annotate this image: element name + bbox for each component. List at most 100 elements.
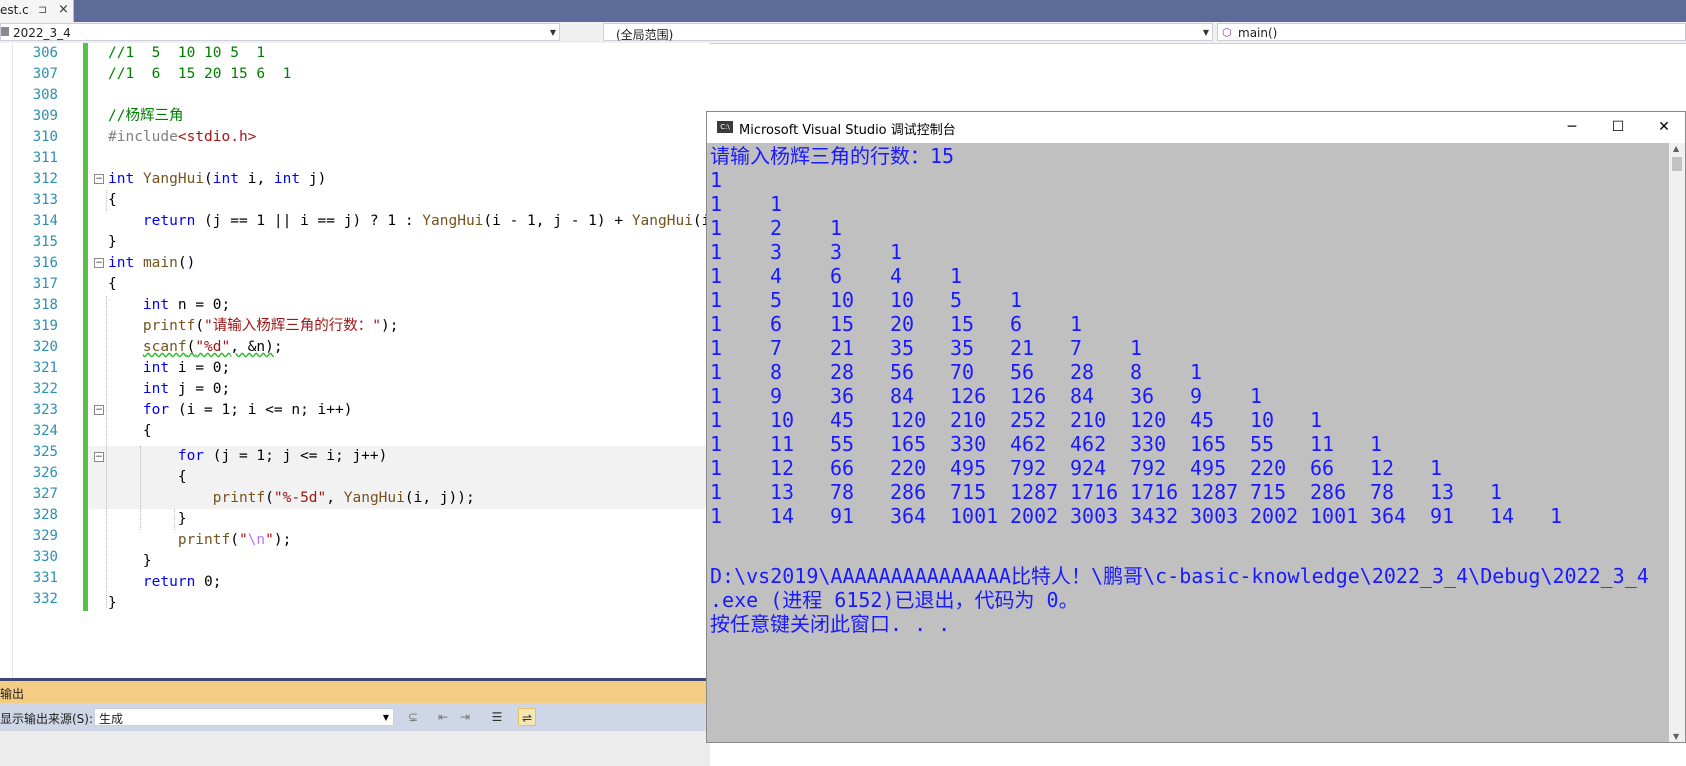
project-icon: [1, 27, 9, 36]
triangle-value: 1001: [950, 504, 999, 528]
triangle-value: 12: [1370, 456, 1395, 480]
code-editor[interactable]: 306 307 308 309 310 311 312 313 314 315 316 317 318 3…: [0, 43, 710, 678]
triangle-value: 1: [710, 288, 723, 312]
line-number: 331: [32, 570, 58, 586]
word-wrap-toggle-icon[interactable]: ⇌: [518, 708, 536, 726]
triangle-value: 210: [950, 408, 987, 432]
pin-icon[interactable]: ⊐: [38, 3, 47, 16]
triangle-value: 9: [770, 384, 783, 408]
triangle-row: 1 12 66 220 495 792 924 792 495 220 66 12 1: [710, 456, 1665, 480]
triangle-value: 10: [1250, 408, 1275, 432]
triangle-value: 1: [950, 264, 963, 288]
triangle-value: 66: [1310, 456, 1335, 480]
triangle-value: 1: [1190, 360, 1203, 384]
triangle-value: 286: [890, 480, 927, 504]
triangle-value: 1: [710, 480, 723, 504]
triangle-value: 1: [710, 312, 723, 336]
line-number: 307: [32, 66, 58, 82]
output-panel-title: 输出: [0, 687, 25, 701]
console-scrollbar[interactable]: ▲ ▼: [1669, 143, 1685, 742]
triangle-value: 55: [830, 432, 855, 456]
find-message-icon[interactable]: ⊊: [404, 708, 422, 726]
scroll-up-icon[interactable]: ▲: [1673, 144, 1679, 153]
triangle-value: 1: [1490, 480, 1503, 504]
triangle-value: 715: [950, 480, 987, 504]
code-line: //1 5 10 10 5 1: [108, 45, 266, 61]
triangle-value: 1001: [1310, 504, 1359, 528]
triangle-value: 462: [1010, 432, 1047, 456]
clear-all-icon[interactable]: ☰: [488, 708, 506, 726]
code-line: printf("\n");: [177, 532, 292, 548]
triangle-value: 792: [1010, 456, 1047, 480]
triangle-value: 1: [890, 240, 903, 264]
function-dropdown-value: main(): [1238, 26, 1278, 40]
output-source-label: 显示输出来源(S):: [0, 712, 94, 726]
triangle-value: 15: [830, 312, 855, 336]
line-number: 309: [32, 108, 58, 124]
code-line: }: [108, 553, 152, 569]
triangle-value: 220: [890, 456, 927, 480]
line-number: 312: [32, 171, 58, 187]
code-line: int main(): [108, 255, 196, 271]
triangle-row: 1 7 21 35 35 21 7 1: [710, 336, 1665, 360]
code-line: printf("%-5d", YangHui(i, j));: [212, 490, 475, 506]
triangle-value: 14: [1490, 504, 1515, 528]
close-button[interactable]: ✕: [1641, 112, 1686, 143]
scroll-down-icon[interactable]: ▼: [1673, 732, 1679, 741]
triangle-value: 21: [1010, 336, 1035, 360]
triangle-value: 1: [710, 432, 723, 456]
triangle-value: 55: [1250, 432, 1275, 456]
fold-toggle-icon[interactable]: −: [94, 174, 104, 184]
scope-dropdown[interactable]: (全局范围) ▼: [603, 23, 1213, 42]
debug-console-window[interactable]: C:\ Microsoft Visual Studio 调试控制台 ─ ☐ ✕ …: [706, 111, 1686, 743]
triangle-value: 84: [890, 384, 915, 408]
line-number: 315: [32, 234, 58, 250]
triangle-value: 11: [770, 432, 795, 456]
triangle-row: 1 6 15 20 15 6 1: [710, 312, 1665, 336]
line-number: 332: [32, 591, 58, 607]
line-number: 324: [32, 423, 58, 439]
triangle-value: 792: [1130, 456, 1167, 480]
chevron-down-icon: ▼: [549, 28, 556, 37]
triangle-value: 3432: [1130, 504, 1179, 528]
triangle-value: 1: [710, 456, 723, 480]
line-number: 316: [32, 255, 58, 271]
triangle-row: 1 5 10 10 5 1: [710, 288, 1665, 312]
triangle-value: 12: [770, 456, 795, 480]
triangle-value: 14: [770, 504, 795, 528]
previous-message-icon[interactable]: ⇤: [434, 708, 452, 726]
project-dropdown[interactable]: 2022_3_4 ▼: [0, 23, 560, 41]
minimize-button[interactable]: ─: [1549, 112, 1595, 143]
code-line: int j = 0;: [142, 381, 231, 397]
line-number: 329: [32, 528, 58, 544]
file-tab-title: est.c: [0, 3, 29, 17]
scrollbar-thumb[interactable]: [1672, 157, 1682, 171]
triangle-value: 1: [710, 216, 723, 240]
console-exit-line: D:\vs2019\AAAAAAAAAAAAAAA比特人！\鹏哥\c-basic…: [710, 564, 1649, 588]
fold-toggle-icon[interactable]: −: [94, 258, 104, 268]
console-title: Microsoft Visual Studio 调试控制台: [739, 123, 956, 138]
fold-toggle-icon[interactable]: −: [94, 405, 104, 415]
triangle-value: 35: [890, 336, 915, 360]
output-content[interactable]: [0, 731, 710, 766]
code-text-area[interactable]: //1 5 10 10 5 1 //1 6 15 20 15 6 1 //杨辉三…: [88, 43, 710, 678]
scope-dropdown-value: (全局范围): [616, 28, 674, 42]
triangle-value: 91: [1430, 504, 1455, 528]
code-line: for (i = 1; i <= n; i++): [142, 402, 353, 418]
console-title-bar[interactable]: C:\ Microsoft Visual Studio 调试控制台 ─ ☐ ✕: [707, 112, 1685, 143]
triangle-value: 7: [770, 336, 783, 360]
code-line: return 0;: [142, 574, 222, 590]
indent-guide: [106, 190, 107, 211]
close-tab-icon[interactable]: ×: [58, 2, 69, 17]
triangle-row: 1 14 91 364 1001 2002 3003 3432 3003 2002 1001 364 9…: [710, 504, 1665, 528]
fold-toggle-icon[interactable]: −: [94, 452, 104, 462]
maximize-button[interactable]: ☐: [1595, 112, 1641, 143]
line-number: 306: [32, 45, 58, 61]
output-source-dropdown[interactable]: 生成 ▼: [94, 708, 394, 726]
next-message-icon[interactable]: ⇥: [456, 708, 474, 726]
code-line: {: [108, 192, 117, 208]
function-dropdown[interactable]: ⬡ main(): [1217, 23, 1686, 41]
triangle-value: 2002: [1010, 504, 1059, 528]
file-tab[interactable]: est.c ⊐ ×: [0, 0, 74, 22]
triangle-row: 1 8 28 56 70 56 28 8 1: [710, 360, 1665, 384]
